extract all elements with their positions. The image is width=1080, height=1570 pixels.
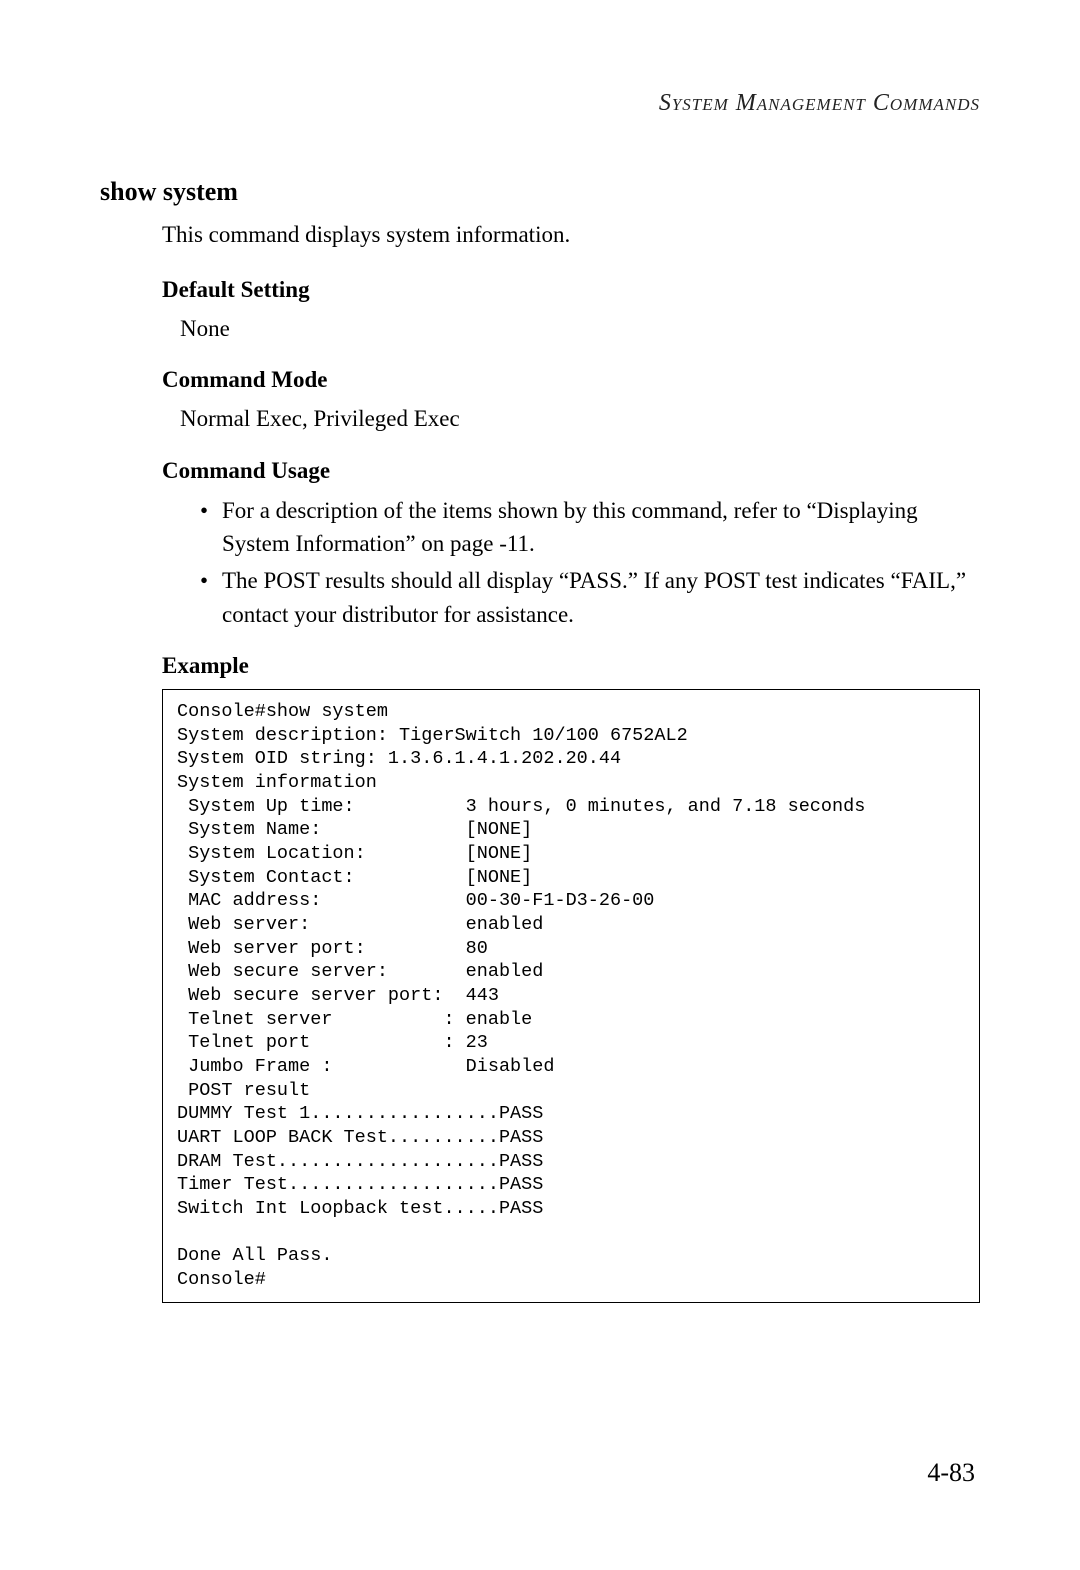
command-intro: This command displays system information… xyxy=(162,219,980,251)
page-header: System Management Commands xyxy=(100,90,980,117)
command-mode-title: Command Mode xyxy=(162,367,980,393)
page-number: 4-83 xyxy=(927,1458,975,1488)
default-setting-title: Default Setting xyxy=(162,277,980,303)
usage-item: For a description of the items shown by … xyxy=(200,494,980,561)
command-title: show system xyxy=(100,177,980,207)
command-mode-body: Normal Exec, Privileged Exec xyxy=(180,403,980,435)
default-setting-body: None xyxy=(180,313,980,345)
command-usage-list: For a description of the items shown by … xyxy=(200,494,980,631)
command-usage-title: Command Usage xyxy=(162,458,980,484)
example-code-block: Console#show system System description: … xyxy=(162,689,980,1303)
usage-item: The POST results should all display “PAS… xyxy=(200,564,980,631)
example-title: Example xyxy=(162,653,980,679)
